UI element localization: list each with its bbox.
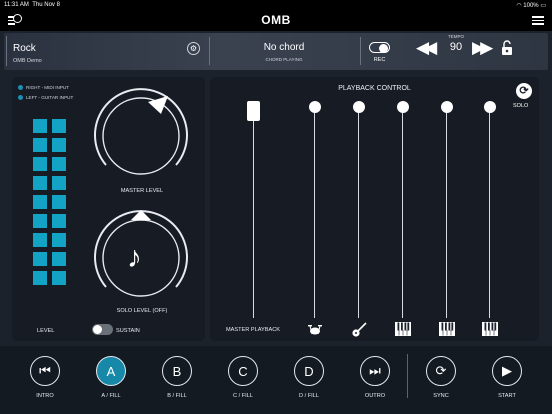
solo-level-label: SOLO LEVEL (OFF): [116, 308, 168, 314]
battery-icon: ▭: [540, 3, 546, 9]
c-button[interactable]: C: [228, 356, 258, 386]
a-button[interactable]: A: [96, 356, 126, 386]
channel-track: [446, 105, 448, 318]
channel-fader-knob[interactable]: [397, 101, 409, 113]
channel-track: [402, 105, 404, 318]
master-playback-fader[interactable]: [247, 101, 260, 121]
level-meter-pad: [33, 233, 47, 247]
app-header: OMB: [0, 10, 552, 31]
channel-fader-knob[interactable]: [309, 101, 321, 113]
level-meter-pad: [33, 157, 47, 171]
sustain-label: SUSTAIN: [116, 328, 140, 334]
status-date: Thu Nov 8: [32, 2, 60, 8]
level-meter-pad: [33, 214, 47, 228]
battery-percent: 100%: [523, 3, 539, 9]
rec-label: REC: [373, 57, 386, 63]
rec-toggle[interactable]: [369, 42, 390, 53]
master-playback-label: MASTER PLAYBACK: [226, 327, 280, 333]
d-button[interactable]: D: [294, 356, 324, 386]
level-meter-pad: [33, 271, 47, 285]
chord-caption: CHORD PLAYING: [265, 57, 303, 62]
master-level-knob[interactable]: [88, 83, 194, 194]
level-meter-pad: [52, 157, 66, 171]
midi-input-indicator: [18, 85, 23, 90]
a-label: A / FILL: [101, 393, 121, 399]
music-note-icon: ♪: [127, 241, 142, 274]
wifi-icon: ◠: [516, 3, 522, 9]
status-bar: 11:31 AM Thu Nov 8 ◠ 100% ▭: [0, 0, 552, 10]
b-label: B / FILL: [167, 393, 187, 399]
d-glyph: D: [304, 363, 314, 379]
level-meter-pad: [33, 252, 47, 266]
level-panel: RIGHT - MIDI INPUT LEFT - GUITAR INPUT M…: [12, 77, 205, 341]
level-meter-pad: [52, 214, 66, 228]
level-meter-pad: [52, 252, 66, 266]
outro-label: OUTRO: [364, 393, 386, 399]
level-meter-pad: [33, 195, 47, 209]
midi-input-label: RIGHT - MIDI INPUT: [26, 85, 70, 90]
channel-fader-knob[interactable]: [441, 101, 453, 113]
level-meter-pad: [33, 176, 47, 190]
song-style[interactable]: Rock: [13, 43, 36, 54]
level-meter-pad: [33, 138, 47, 152]
master-playback-track: [253, 112, 255, 318]
level-meter-pad: [52, 119, 66, 133]
tempo-increase-button[interactable]: ▶▶: [472, 38, 493, 58]
playback-title: PLAYBACK CONTROL: [338, 85, 411, 92]
channel-track: [358, 105, 360, 318]
solo-label: SOLO: [513, 103, 529, 109]
piano-keys-icon[interactable]: [439, 322, 455, 341]
b-glyph: B: [172, 363, 182, 379]
channel-fader-knob[interactable]: [353, 101, 365, 113]
b-button[interactable]: B: [162, 356, 192, 386]
master-level-label: MASTER LEVEL: [120, 188, 164, 194]
sync-label: SYNC: [433, 393, 449, 399]
a-glyph: A: [106, 363, 116, 379]
solo-icon[interactable]: ⟳: [516, 83, 532, 99]
song-bar: Rock OMB Demo ⚙ No chord CHORD PLAYING R…: [4, 33, 548, 70]
transport-bar: ⏮ INTRO A A / FILL B B / FILL C C / FILL D D / FI…: [0, 346, 552, 414]
level-meter-pad: [52, 195, 66, 209]
level-meter-pad: [33, 119, 47, 133]
level-meter-pad: [52, 176, 66, 190]
lock-icon[interactable]: [501, 40, 513, 61]
level-label: LEVEL: [37, 328, 55, 334]
intro-label: INTRO: [36, 393, 54, 399]
sync-button[interactable]: ⟳: [426, 356, 456, 386]
start-glyph: ▶: [502, 363, 512, 378]
level-meter-pad: [52, 271, 66, 285]
start-button[interactable]: ▶: [492, 356, 522, 386]
guitar-input-indicator: [18, 95, 23, 100]
playback-panel: PLAYBACK CONTROL ⟳ SOLO MASTER PLAYBACK: [210, 77, 539, 341]
channel-fader-knob[interactable]: [484, 101, 496, 113]
guitar-input-label: LEFT - GUITAR INPUT: [26, 95, 74, 100]
start-label: START: [498, 393, 516, 399]
c-label: C / FILL: [233, 393, 253, 399]
intro-button[interactable]: ⏮: [30, 356, 60, 386]
guitar-icon[interactable]: [351, 322, 367, 343]
tempo-label: TEMPO: [447, 34, 464, 39]
level-meter-pad: [52, 233, 66, 247]
tempo-decrease-button[interactable]: ◀◀: [416, 38, 437, 58]
chord-value: No chord: [263, 42, 305, 53]
channel-track: [314, 105, 316, 318]
hamburger-menu-icon[interactable]: [532, 14, 544, 27]
piano-keys-icon[interactable]: [395, 322, 411, 341]
outro-button[interactable]: ⏭: [360, 356, 390, 386]
app-title: OMB: [261, 13, 291, 27]
gear-icon[interactable]: ⚙: [187, 42, 200, 55]
piano-keys-icon[interactable]: [482, 322, 498, 341]
d-label: D / FILL: [299, 393, 319, 399]
channel-track: [489, 105, 491, 318]
song-name[interactable]: OMB Demo: [13, 58, 42, 64]
sync-glyph: ⟳: [435, 363, 447, 378]
status-time: 11:31 AM: [4, 2, 29, 8]
outro-glyph: ⏭: [369, 363, 381, 378]
c-glyph: C: [238, 363, 248, 379]
tempo-value: 90: [449, 41, 463, 53]
sustain-toggle[interactable]: [92, 324, 113, 335]
drums-icon[interactable]: [307, 322, 323, 341]
intro-glyph: ⏮: [39, 363, 51, 378]
level-meter-pad: [52, 138, 66, 152]
